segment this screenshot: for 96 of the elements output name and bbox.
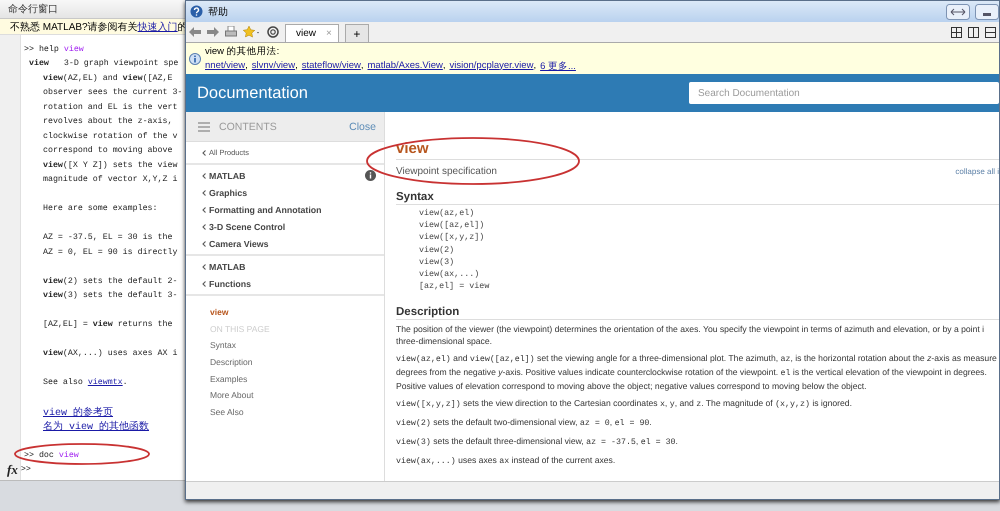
breadcrumb-link[interactable]: MATLAB xyxy=(209,170,246,180)
info-icon[interactable] xyxy=(365,170,376,181)
separator-text: , xyxy=(360,60,364,72)
command-line: >> doc view xyxy=(24,450,79,460)
help-text-line: view(AX,...) uses axes AX i xyxy=(43,349,178,358)
new-tab-button[interactable]: + xyxy=(344,24,369,42)
breadcrumb-link[interactable]: Formatting and Annotation xyxy=(209,204,322,214)
description-paragraph: The position of the viewer (the viewpoint) determines the orientation of the axes. You specify the viewpoint in terms of azimuth and elevation, or by a point i three-dimensional space. xyxy=(396,324,984,346)
window-title: 帮助 xyxy=(208,6,228,18)
usage-link[interactable]: vision/pcplayer.view xyxy=(449,60,534,72)
help-text-line: clockwise rotation of the v xyxy=(43,132,178,141)
syntax-line: view(az,el) xyxy=(419,207,476,220)
breadcrumb-link[interactable]: Camera Views xyxy=(209,238,268,248)
chevron-left-icon xyxy=(202,172,206,178)
function-browser-icon[interactable]: fx xyxy=(7,462,18,478)
grid-layout-icon[interactable] xyxy=(951,26,962,38)
help-icon xyxy=(190,5,203,18)
command-line: >> help view xyxy=(24,44,84,54)
description-paragraph: view(3) sets the default three-dimensional view, az = -37.5, el = 30. xyxy=(396,436,678,446)
syntax-line: view([az,el]) xyxy=(419,219,486,232)
rows-layout-icon[interactable] xyxy=(985,26,996,38)
help-text-line: view(2) sets the default 2- xyxy=(43,276,178,286)
help-text-line: magnitude of vector X,Y,Z i xyxy=(43,175,178,184)
toc-link[interactable]: Syntax xyxy=(210,337,384,354)
quick-start-link[interactable]: 快速入门 xyxy=(138,22,178,32)
columns-layout-icon[interactable] xyxy=(968,26,979,38)
help-text-line: view(AZ,EL) and view([AZ,E xyxy=(43,74,172,83)
back-icon[interactable] xyxy=(189,27,201,37)
usage-link[interactable]: stateflow/view xyxy=(302,60,361,72)
usage-link[interactable]: nnet/view xyxy=(205,60,246,72)
panel-title: 命令行窗口 xyxy=(8,2,58,16)
section-heading: Syntax xyxy=(396,191,434,203)
separator-text: , xyxy=(295,60,298,72)
separator-text: , xyxy=(442,60,446,72)
help-text-line: view(3) sets the default 3- xyxy=(43,291,178,300)
chevron-left-icon xyxy=(202,150,206,156)
toc-link[interactable]: Description xyxy=(210,354,384,370)
usage-link[interactable]: matlab/Axes.View xyxy=(368,60,443,72)
page-title: view xyxy=(396,140,429,157)
help-text-line: AZ = -37.5, EL = 30 is the xyxy=(43,233,172,242)
syntax-line: view(3) xyxy=(419,256,456,268)
section-heading: Description xyxy=(396,306,460,318)
breadcrumb-link[interactable]: MATLAB xyxy=(209,262,246,272)
contents-title: CONTENTS xyxy=(219,120,277,132)
description-paragraph: view(az,el) and view([az,el]) set the viewing angle for a three-dimensional plot. The azimuth, az, is the horizontal rotation about the z-axis as measure degrees from the negative y-axis. Positive values indicate counterclockwise rotation of the viewpoint. el is the vertical elevation of the viewpoint in degrees. Positive values of elevation correspond to moving above the object; negative values correspond to moving below the object. xyxy=(396,353,997,392)
page-tab[interactable]: view × xyxy=(285,24,339,42)
settings-icon[interactable] xyxy=(267,26,279,38)
see-also-text: See also viewmtx. xyxy=(43,378,128,388)
usage-link[interactable]: 6 更多... xyxy=(540,60,576,72)
star-icon[interactable] xyxy=(243,26,261,38)
toc-link[interactable]: See Also xyxy=(210,404,384,420)
undock-button[interactable] xyxy=(946,4,970,20)
help-text-line: correspond to moving above xyxy=(43,146,172,156)
chevron-left-icon xyxy=(202,280,206,286)
help-link[interactable]: view 的参考页 xyxy=(43,404,114,419)
chevron-left-icon xyxy=(202,206,206,212)
breadcrumb-link[interactable]: Functions xyxy=(209,278,252,288)
command-prompt: >> xyxy=(20,465,31,474)
usage-link[interactable]: slvnv/view xyxy=(252,60,296,72)
toc-link[interactable]: More About xyxy=(210,386,384,404)
description-paragraph: view(2) sets the default two-dimensional view, az = 0, el = 90. xyxy=(396,417,652,428)
chevron-left-icon xyxy=(202,224,206,230)
syntax-line: view(2) xyxy=(419,244,456,256)
info-label: view 的其他用法: xyxy=(205,44,280,58)
chevron-left-icon xyxy=(202,240,206,246)
syntax-line: view([x,y,z]) xyxy=(419,231,486,244)
help-text-line: observer sees the current 3- xyxy=(43,88,182,98)
print-icon[interactable] xyxy=(225,26,237,38)
forward-icon[interactable] xyxy=(207,27,219,37)
help-text-line: Here are some examples: xyxy=(43,204,158,214)
help-text-line: view 3-D graph viewpoint spe xyxy=(29,59,178,68)
collapse-link[interactable]: collapse all i xyxy=(955,166,999,176)
description-paragraph: view(ax,...) uses axes ax instead of the current axes. xyxy=(396,455,616,466)
breadcrumb-link[interactable]: Graphics xyxy=(209,188,248,198)
chevron-left-icon xyxy=(202,190,206,196)
help-link[interactable]: viewmtx xyxy=(88,378,123,388)
help-text-line: rotation and EL is the vert xyxy=(43,102,178,112)
current-page-item[interactable]: view xyxy=(210,304,384,321)
help-link[interactable]: 名为 view 的其他函数 xyxy=(43,419,150,434)
help-text-line: view([X Y Z]) sets the view xyxy=(43,160,178,170)
help-text-line: revolves about the z-axis, xyxy=(43,117,172,126)
separator-text: , xyxy=(245,60,248,72)
toc-link[interactable]: Examples xyxy=(210,370,384,387)
syntax-line: [az,el] = view xyxy=(419,280,490,292)
syntax-line: view(ax,...) xyxy=(419,268,480,280)
search-field[interactable]: Search Documentation xyxy=(689,82,999,104)
page-subtitle: Viewpoint specification xyxy=(396,166,497,176)
help-text-line: [AZ,EL] = view returns the xyxy=(43,320,172,330)
chevron-left-icon xyxy=(202,264,206,270)
info-icon xyxy=(189,52,201,64)
separator-text: , xyxy=(533,60,536,72)
description-paragraph: view([x,y,z]) sets the view direction to the Cartesian coordinates x, y, and z. The magnitude of (x,y,z) is ignored. xyxy=(396,398,852,408)
breadcrumb-link[interactable]: 3-D Scene Control xyxy=(209,222,286,232)
header-title: Documentation xyxy=(197,84,308,102)
help-text-line: AZ = 0, EL = 90 is directly xyxy=(43,248,178,257)
minimize-button[interactable] xyxy=(975,4,999,20)
